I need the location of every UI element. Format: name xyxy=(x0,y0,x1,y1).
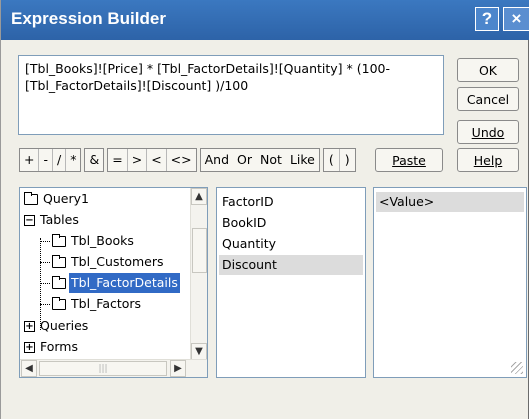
plus-operator-button[interactable]: + xyxy=(20,149,40,171)
title-bar[interactable]: Expression Builder ? × xyxy=(1,0,529,40)
minus-operator-button[interactable]: - xyxy=(39,149,53,171)
tree-connector xyxy=(40,241,50,242)
object-tree[interactable]: Query1 − Tables Tbl_Books Tbl_Customers … xyxy=(19,187,208,378)
equals-operator-button[interactable]: = xyxy=(108,149,128,171)
field-item-discount[interactable]: Discount xyxy=(219,255,363,275)
chevron-right-icon: ▶ xyxy=(174,363,182,374)
tree-item-tables[interactable]: − Tables xyxy=(24,210,81,230)
values-list[interactable]: <Value> xyxy=(373,187,527,378)
greater-operator-button[interactable]: > xyxy=(128,149,148,171)
tree-item-label: Tbl_Factors xyxy=(71,296,142,311)
tree-item-forms[interactable]: + Forms xyxy=(24,337,80,357)
operator-toolbar: + - / * & = > < <> And Or Not Like ( ) xyxy=(19,148,359,172)
divide-operator-button[interactable]: / xyxy=(53,149,67,171)
paste-label: Paste xyxy=(392,152,426,168)
folder-icon xyxy=(52,233,66,247)
question-icon: ? xyxy=(481,9,493,28)
not-equal-operator-button[interactable]: <> xyxy=(167,149,196,171)
multiply-operator-button[interactable]: * xyxy=(66,149,80,171)
tree-item-query1[interactable]: Query1 xyxy=(24,189,91,209)
scroll-up-button[interactable]: ▲ xyxy=(191,188,207,205)
chevron-left-icon: ◀ xyxy=(25,363,33,374)
or-operator-button[interactable]: Or xyxy=(233,149,256,171)
undo-label: Undo xyxy=(471,124,505,140)
ok-button[interactable]: OK xyxy=(457,58,519,82)
tree-horizontal-scrollbar[interactable]: ◀ ||| ▶ xyxy=(20,359,207,377)
tree-connector xyxy=(40,304,50,305)
help-label: Help xyxy=(473,152,503,168)
title-close-button[interactable]: × xyxy=(503,7,529,31)
vertical-scroll-thumb[interactable] xyxy=(192,228,207,273)
resize-grip-icon[interactable] xyxy=(511,362,523,374)
not-operator-button[interactable]: Not xyxy=(256,149,286,171)
paste-button[interactable]: Paste xyxy=(375,148,443,172)
field-item-bookid[interactable]: BookID xyxy=(219,213,363,233)
open-paren-button[interactable]: ( xyxy=(324,149,340,171)
field-item-factorid[interactable]: FactorID xyxy=(219,192,363,212)
minus-box-icon[interactable]: − xyxy=(24,214,35,226)
tree-item-tbl-factors[interactable]: Tbl_Factors xyxy=(52,294,143,314)
chevron-down-icon: ▼ xyxy=(195,346,203,357)
tree-item-label: Queries xyxy=(40,318,89,333)
cancel-button[interactable]: Cancel xyxy=(457,87,519,111)
expression-builder-window: Expression Builder ? × [Tbl_Books]![Pric… xyxy=(0,0,529,419)
tree-item-label: Tbl_Customers xyxy=(71,254,164,269)
tree-connector xyxy=(40,262,50,263)
folder-icon xyxy=(24,191,38,205)
horizontal-scroll-thumb[interactable]: ||| xyxy=(39,361,167,376)
compare-operator-group: = > < <> xyxy=(107,148,197,172)
folder-icon xyxy=(52,296,66,310)
arith-operator-group: + - / * xyxy=(19,148,82,172)
tree-item-queries[interactable]: + Queries xyxy=(24,316,90,336)
open-folder-icon xyxy=(52,275,66,289)
plus-box-icon[interactable]: + xyxy=(24,341,35,353)
logical-operator-group: And Or Not Like xyxy=(199,148,320,172)
tree-item-label: Forms xyxy=(40,339,79,354)
folder-icon xyxy=(52,254,66,268)
plus-box-icon[interactable]: + xyxy=(24,320,35,332)
close-icon: × xyxy=(511,9,522,28)
title-help-button[interactable]: ? xyxy=(475,7,499,31)
tree-item-tbl-factordetails[interactable]: Tbl_FactorDetails xyxy=(52,273,180,293)
paren-operator-group: ( ) xyxy=(322,148,356,172)
scroll-right-button[interactable]: ▶ xyxy=(170,360,186,377)
tree-connector xyxy=(40,283,50,284)
tree-item-tbl-books[interactable]: Tbl_Books xyxy=(52,231,136,251)
scroll-left-button[interactable]: ◀ xyxy=(21,360,37,377)
scroll-down-button[interactable]: ▼ xyxy=(191,343,207,360)
tree-item-label: Tables xyxy=(40,212,79,227)
tree-item-label: Query1 xyxy=(43,191,89,206)
expression-textbox[interactable]: [Tbl_Books]![Price] * [Tbl_FactorDetails… xyxy=(18,55,444,135)
tree-item-label: Tbl_Books xyxy=(71,233,134,248)
fields-list[interactable]: FactorID BookID Quantity Discount xyxy=(216,187,366,378)
window-title: Expression Builder xyxy=(11,9,166,28)
close-paren-button[interactable]: ) xyxy=(340,149,355,171)
tree-vertical-scrollbar[interactable]: ▲ ▼ xyxy=(190,188,207,360)
concat-operator-button[interactable]: & xyxy=(85,149,103,171)
tree-item-label: Tbl_FactorDetails xyxy=(69,273,180,293)
concat-operator-group: & xyxy=(84,148,105,172)
chevron-up-icon: ▲ xyxy=(195,191,203,202)
like-operator-button[interactable]: Like xyxy=(286,149,319,171)
tree-item-tbl-customers[interactable]: Tbl_Customers xyxy=(52,252,166,272)
value-item[interactable]: <Value> xyxy=(376,192,524,212)
undo-button[interactable]: Undo xyxy=(457,120,519,144)
grip-icon: ||| xyxy=(98,363,108,374)
less-operator-button[interactable]: < xyxy=(147,149,167,171)
and-operator-button[interactable]: And xyxy=(201,149,233,171)
field-item-quantity[interactable]: Quantity xyxy=(219,234,363,254)
help-button[interactable]: Help xyxy=(457,148,519,172)
